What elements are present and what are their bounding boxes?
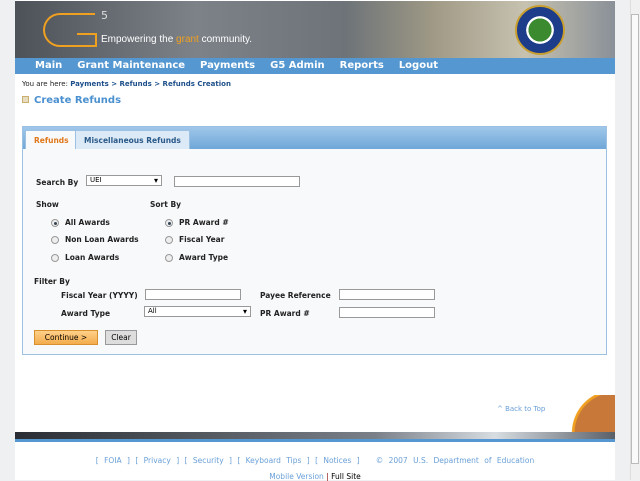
nav-payments[interactable]: Payments [200,58,255,74]
payee-reference-label: Payee Reference [260,291,331,300]
nav-main[interactable]: Main [35,58,62,74]
fiscal-year-label: Fiscal Year (YYYY) [61,291,138,300]
department-seal-icon [515,5,565,55]
nav-grant-maintenance[interactable]: Grant Maintenance [77,58,185,74]
footer-strip [15,432,615,442]
radio-label: PR Award # [179,218,229,227]
show-label: Show [36,200,59,209]
filter-by-label: Filter By [34,277,70,286]
continue-button[interactable]: Continue > [34,330,98,345]
radio-label: All Awards [65,218,110,227]
payee-reference-input[interactable] [339,289,435,300]
tagline-text: community. [198,34,253,45]
nav-logout[interactable]: Logout [399,58,438,74]
radio-label: Award Type [179,253,229,262]
radio-label: Non Loan Awards [65,235,139,244]
breadcrumb-path[interactable]: Payments > Refunds > Refunds Creation [70,80,231,88]
footer-decoration [560,395,615,433]
radio-award-type[interactable]: Award Type [165,253,228,262]
radio-icon [51,235,59,244]
radio-label: Fiscal Year [179,235,225,244]
clear-button[interactable]: Clear [105,330,137,345]
page: 5 Empowering the grant community. Main G… [15,0,615,481]
sort-by-label: Sort By [150,200,182,209]
nav-g5-admin[interactable]: G5 Admin [270,58,325,74]
copyright: © 2007 U.S. Department of Education [375,456,535,465]
radio-all-awards[interactable]: All Awards [51,218,110,227]
radio-icon [51,253,59,262]
collapse-icon[interactable] [22,96,29,103]
refunds-panel: Refunds Miscellaneous Refunds Search By … [22,126,607,355]
breadcrumb-prefix: You are here: [22,80,68,88]
footer-nav-links[interactable]: [ FOIA ] [ Privacy ] [ Security ] [ Keyb… [96,456,360,465]
search-text-input[interactable] [174,176,300,187]
tagline-text: Empowering the [101,34,177,45]
scrollbar-thumb[interactable] [631,14,639,464]
logo-superscript: 5 [101,9,108,22]
search-by-select[interactable]: UEI [86,175,162,186]
radio-fiscal-year[interactable]: Fiscal Year [165,235,224,244]
award-type-label: Award Type [61,309,111,318]
main-nav: Main Grant Maintenance Payments G5 Admin… [15,58,615,74]
fiscal-year-input[interactable] [145,289,241,300]
breadcrumb: You are here: Payments > Refunds > Refun… [22,80,231,88]
page-title: Create Refunds [22,95,121,106]
radio-icon [165,235,173,244]
radio-selected-icon [165,218,173,227]
tab-refunds[interactable]: Refunds [25,130,78,149]
radio-selected-icon [51,218,59,227]
tab-bar: Refunds Miscellaneous Refunds [23,127,606,149]
footer-links: [ FOIA ] [ Privacy ] [ Security ] [ Keyb… [15,456,615,465]
tagline-accent: grant [176,34,199,45]
radio-non-loan-awards[interactable]: Non Loan Awards [51,235,139,244]
g5-logo [43,13,97,47]
search-by-label: Search By [36,178,79,187]
tab-miscellaneous-refunds[interactable]: Miscellaneous Refunds [75,130,190,149]
page-title-text: Create Refunds [34,95,122,106]
radio-pr-award[interactable]: PR Award # [165,218,229,227]
pr-award-label: PR Award # [260,309,310,318]
radio-icon [165,253,173,262]
back-to-top-link[interactable]: ^ Back to Top [497,405,545,413]
tagline: Empowering the grant community. [101,34,252,45]
banner: 5 Empowering the grant community. [15,1,615,58]
nav-reports[interactable]: Reports [340,58,384,74]
radio-loan-awards[interactable]: Loan Awards [51,253,119,262]
pr-award-input[interactable] [339,307,435,318]
radio-label: Loan Awards [65,253,120,262]
award-type-select[interactable]: All [144,306,251,317]
